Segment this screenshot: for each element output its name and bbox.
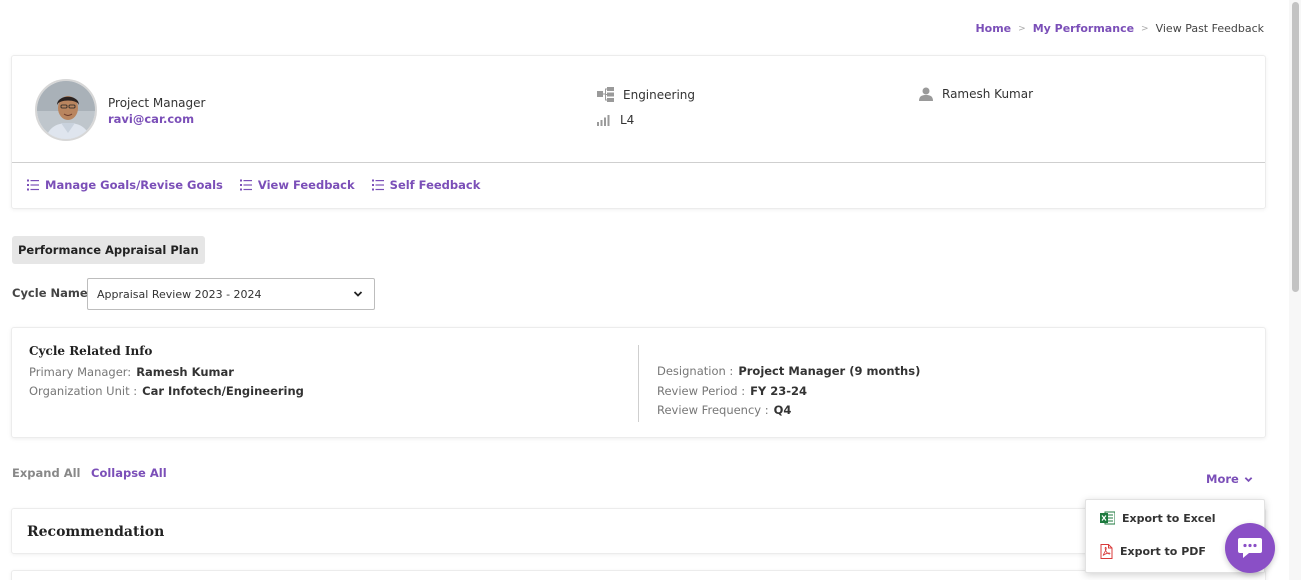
profile-role: Project Manager: [108, 96, 206, 110]
review-period-row: Review Period : FY 23-24: [657, 384, 807, 398]
list-icon: [371, 179, 384, 191]
breadcrumb-my-performance-link[interactable]: My Performance: [1033, 22, 1134, 35]
manager-value: Ramesh Kumar: [942, 87, 1034, 101]
review-period-value: FY 23-24: [750, 384, 808, 398]
review-frequency-label: Review Frequency :: [657, 403, 769, 417]
export-excel-label: Export to Excel: [1122, 511, 1216, 525]
more-button[interactable]: More: [1206, 472, 1253, 486]
org-unit-value: Car Infotech/Engineering: [142, 384, 304, 398]
pdf-file-icon: [1100, 544, 1113, 559]
next-section: [11, 570, 1266, 580]
manager-field: Ramesh Kumar: [919, 87, 1033, 101]
user-icon: [919, 87, 933, 101]
plan-tag[interactable]: Performance Appraisal Plan: [12, 236, 205, 264]
list-icon: [27, 179, 39, 191]
chat-button[interactable]: [1225, 523, 1275, 573]
more-label: More: [1206, 472, 1239, 486]
info-divider: [638, 345, 639, 422]
view-feedback-label: View Feedback: [257, 178, 355, 192]
department-value: Engineering: [623, 87, 695, 102]
primary-manager-row: Primary Manager: Ramesh Kumar: [29, 365, 234, 379]
recommendation-title: Recommendation: [27, 524, 165, 540]
export-pdf-label: Export to PDF: [1120, 545, 1206, 558]
recommendation-section[interactable]: Recommendation: [11, 508, 1266, 554]
card-divider: [12, 162, 1265, 163]
designation-value: Project Manager (9 months): [738, 364, 921, 378]
org-structure-icon: [597, 87, 614, 102]
chat-bubble-icon: [1238, 538, 1262, 558]
profile-action-links: Manage Goals/Revise Goals View Feedback …: [27, 178, 480, 192]
cycle-info-card: Cycle Related Info Primary Manager: Rames…: [11, 327, 1266, 438]
level-value: L4: [620, 113, 635, 127]
profile-card: Project Manager ravi@car.com Engineering…: [11, 55, 1266, 209]
primary-manager-label: Primary Manager:: [29, 365, 132, 379]
chevron-down-icon: [1244, 476, 1253, 482]
org-unit-row: Organization Unit : Car Infotech/Engineer…: [29, 384, 304, 398]
org-unit-label: Organization Unit :: [29, 384, 138, 398]
breadcrumb: Home > My Performance > View Past Feedba…: [975, 22, 1264, 35]
profile-email[interactable]: ravi@car.com: [108, 112, 194, 126]
expand-all-button[interactable]: Expand All: [12, 466, 80, 480]
page-scrollbar-thumb[interactable]: [1292, 2, 1299, 292]
designation-label: Designation :: [657, 364, 734, 378]
designation-row: Designation : Project Manager (9 months): [657, 364, 920, 378]
review-frequency-value: Q4: [773, 403, 792, 417]
review-period-label: Review Period :: [657, 384, 746, 398]
list-icon: [239, 179, 252, 191]
self-feedback-link[interactable]: Self Feedback: [371, 178, 481, 192]
manage-goals-label: Manage Goals/Revise Goals: [45, 178, 223, 192]
cycle-name-select[interactable]: Appraisal Review 2023 - 2024: [87, 278, 375, 310]
primary-manager-value: Ramesh Kumar: [136, 365, 234, 379]
collapse-all-button[interactable]: Collapse All: [91, 466, 167, 480]
chevron-down-icon: [353, 291, 363, 297]
avatar: [35, 79, 97, 141]
excel-file-icon: [1100, 511, 1115, 525]
view-feedback-link[interactable]: View Feedback: [239, 178, 355, 192]
breadcrumb-separator-icon: >: [1141, 23, 1149, 34]
cycle-name-value: Appraisal Review 2023 - 2024: [97, 287, 262, 301]
self-feedback-label: Self Feedback: [389, 178, 481, 192]
export-excel-option[interactable]: Export to Excel: [1100, 511, 1216, 525]
breadcrumb-home-link[interactable]: Home: [975, 22, 1011, 35]
breadcrumb-current: View Past Feedback: [1155, 22, 1264, 35]
department-field: Engineering: [597, 87, 695, 102]
review-frequency-row: Review Frequency : Q4: [657, 403, 791, 417]
cycle-name-label: Cycle Name: [12, 286, 88, 300]
page: Home > My Performance > View Past Feedba…: [0, 0, 1301, 580]
level-field: L4: [597, 113, 634, 127]
signal-bars-icon: [597, 114, 610, 126]
export-pdf-option[interactable]: Export to PDF: [1100, 544, 1206, 559]
breadcrumb-separator-icon: >: [1018, 23, 1026, 34]
manage-goals-link[interactable]: Manage Goals/Revise Goals: [27, 178, 223, 192]
cycle-info-title: Cycle Related Info: [29, 344, 153, 358]
